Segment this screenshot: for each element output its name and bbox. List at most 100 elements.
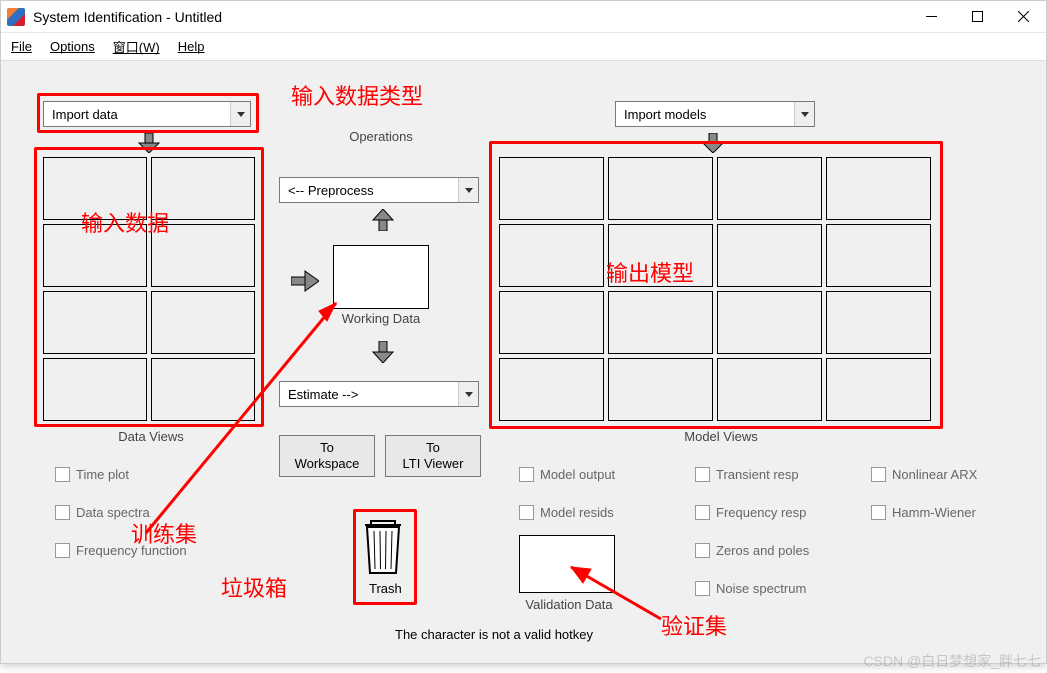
model-slot[interactable] [826,291,931,354]
checkbox-label: Noise spectrum [716,581,806,596]
model-board [499,157,931,421]
checkbox-label: Zeros and poles [716,543,809,558]
minimize-button[interactable] [908,1,954,33]
dropdown-button[interactable] [794,102,814,126]
model-slot[interactable] [608,224,713,287]
chevron-down-icon [237,112,245,117]
data-slot[interactable] [151,224,255,287]
checkbox-icon [695,543,710,558]
maximize-button[interactable] [954,1,1000,33]
data-views-label: Data Views [91,429,211,444]
menu-help[interactable]: Help [178,39,205,54]
checkbox-icon [871,467,886,482]
window-controls [908,1,1046,33]
checkbox-icon [55,505,70,520]
model-views-label: Model Views [661,429,781,444]
menu-window[interactable]: 窗口(W) [113,37,160,56]
chevron-down-icon [801,112,809,117]
trash-icon[interactable] [361,519,405,578]
checkbox-label: Transient resp [716,467,799,482]
estimate-value: Estimate --> [288,387,358,402]
checkbox-label: Hamm-Wiener [892,505,976,520]
estimate-dropdown[interactable]: Estimate --> [279,381,479,407]
close-button[interactable] [1000,1,1046,33]
checkbox-label: Frequency function [76,543,187,558]
checkbox-icon [55,467,70,482]
import-models-dropdown[interactable]: Import models [615,101,815,127]
model-slot[interactable] [717,224,822,287]
hamm-wiener-checkbox[interactable]: Hamm-Wiener [871,505,976,520]
to-workspace-button[interactable]: To Workspace [279,435,375,477]
model-slot[interactable] [608,157,713,220]
model-slot[interactable] [499,291,604,354]
transient-resp-checkbox[interactable]: Transient resp [695,467,799,482]
data-slot[interactable] [43,157,147,220]
model-slot[interactable] [717,157,822,220]
to-lti-viewer-button[interactable]: To LTI Viewer [385,435,481,477]
checkbox-label: Model resids [540,505,614,520]
close-icon [1018,11,1029,22]
model-slot[interactable] [499,157,604,220]
data-slot[interactable] [151,157,255,220]
maximize-icon [972,11,983,22]
menu-file[interactable]: File [11,39,32,54]
checkbox-icon [695,581,710,596]
model-slot[interactable] [826,224,931,287]
checkbox-icon [519,505,534,520]
model-slot[interactable] [717,291,822,354]
checkbox-icon [519,467,534,482]
data-slot[interactable] [151,291,255,354]
operations-label: Operations [331,129,431,144]
arrow-up-icon [371,209,395,231]
matlab-icon [7,8,25,26]
checkbox-label: Model output [540,467,615,482]
checkbox-label: Nonlinear ARX [892,467,977,482]
checkbox-icon [55,543,70,558]
trash-label: Trash [369,581,402,596]
time-plot-checkbox[interactable]: Time plot [55,467,129,482]
annotation-label: 验证集 [661,609,727,641]
data-slot[interactable] [43,358,147,421]
data-spectra-checkbox[interactable]: Data spectra [55,505,150,520]
model-slot[interactable] [826,358,931,421]
dropdown-button[interactable] [458,382,478,406]
dropdown-button[interactable] [230,102,250,126]
app-window: System Identification - Untitled File Op… [0,0,1047,664]
model-output-checkbox[interactable]: Model output [519,467,615,482]
import-models-value: Import models [624,107,706,122]
checkbox-icon [695,467,710,482]
dropdown-button[interactable] [458,178,478,202]
preprocess-dropdown[interactable]: <-- Preprocess [279,177,479,203]
model-resids-checkbox[interactable]: Model resids [519,505,614,520]
checkbox-icon [695,505,710,520]
frequency-resp-checkbox[interactable]: Frequency resp [695,505,806,520]
menu-options[interactable]: Options [50,39,95,54]
annotation-label: 垃圾箱 [221,571,287,603]
working-data-label: Working Data [333,311,429,326]
working-data-box[interactable] [333,245,429,309]
nonlinear-arx-checkbox[interactable]: Nonlinear ARX [871,467,977,482]
chevron-down-icon [465,188,473,193]
model-slot[interactable] [608,291,713,354]
data-slot[interactable] [151,358,255,421]
data-slot[interactable] [43,291,147,354]
model-slot[interactable] [499,358,604,421]
chevron-down-icon [465,392,473,397]
annotation-label: 输入数据类型 [291,79,423,111]
import-data-value: Import data [52,107,118,122]
model-slot[interactable] [826,157,931,220]
zeros-poles-checkbox[interactable]: Zeros and poles [695,543,809,558]
status-message: The character is not a valid hotkey [395,627,593,642]
minimize-icon [926,11,937,22]
import-data-dropdown[interactable]: Import data [43,101,251,127]
model-slot[interactable] [608,358,713,421]
data-slot[interactable] [43,224,147,287]
model-slot[interactable] [499,224,604,287]
checkbox-label: Data spectra [76,505,150,520]
noise-spectrum-checkbox[interactable]: Noise spectrum [695,581,806,596]
frequency-function-checkbox[interactable]: Frequency function [55,543,187,558]
model-slot[interactable] [717,358,822,421]
menubar: File Options 窗口(W) Help [1,33,1046,61]
validation-data-box[interactable] [519,535,615,593]
arrow-down-icon [137,133,161,153]
